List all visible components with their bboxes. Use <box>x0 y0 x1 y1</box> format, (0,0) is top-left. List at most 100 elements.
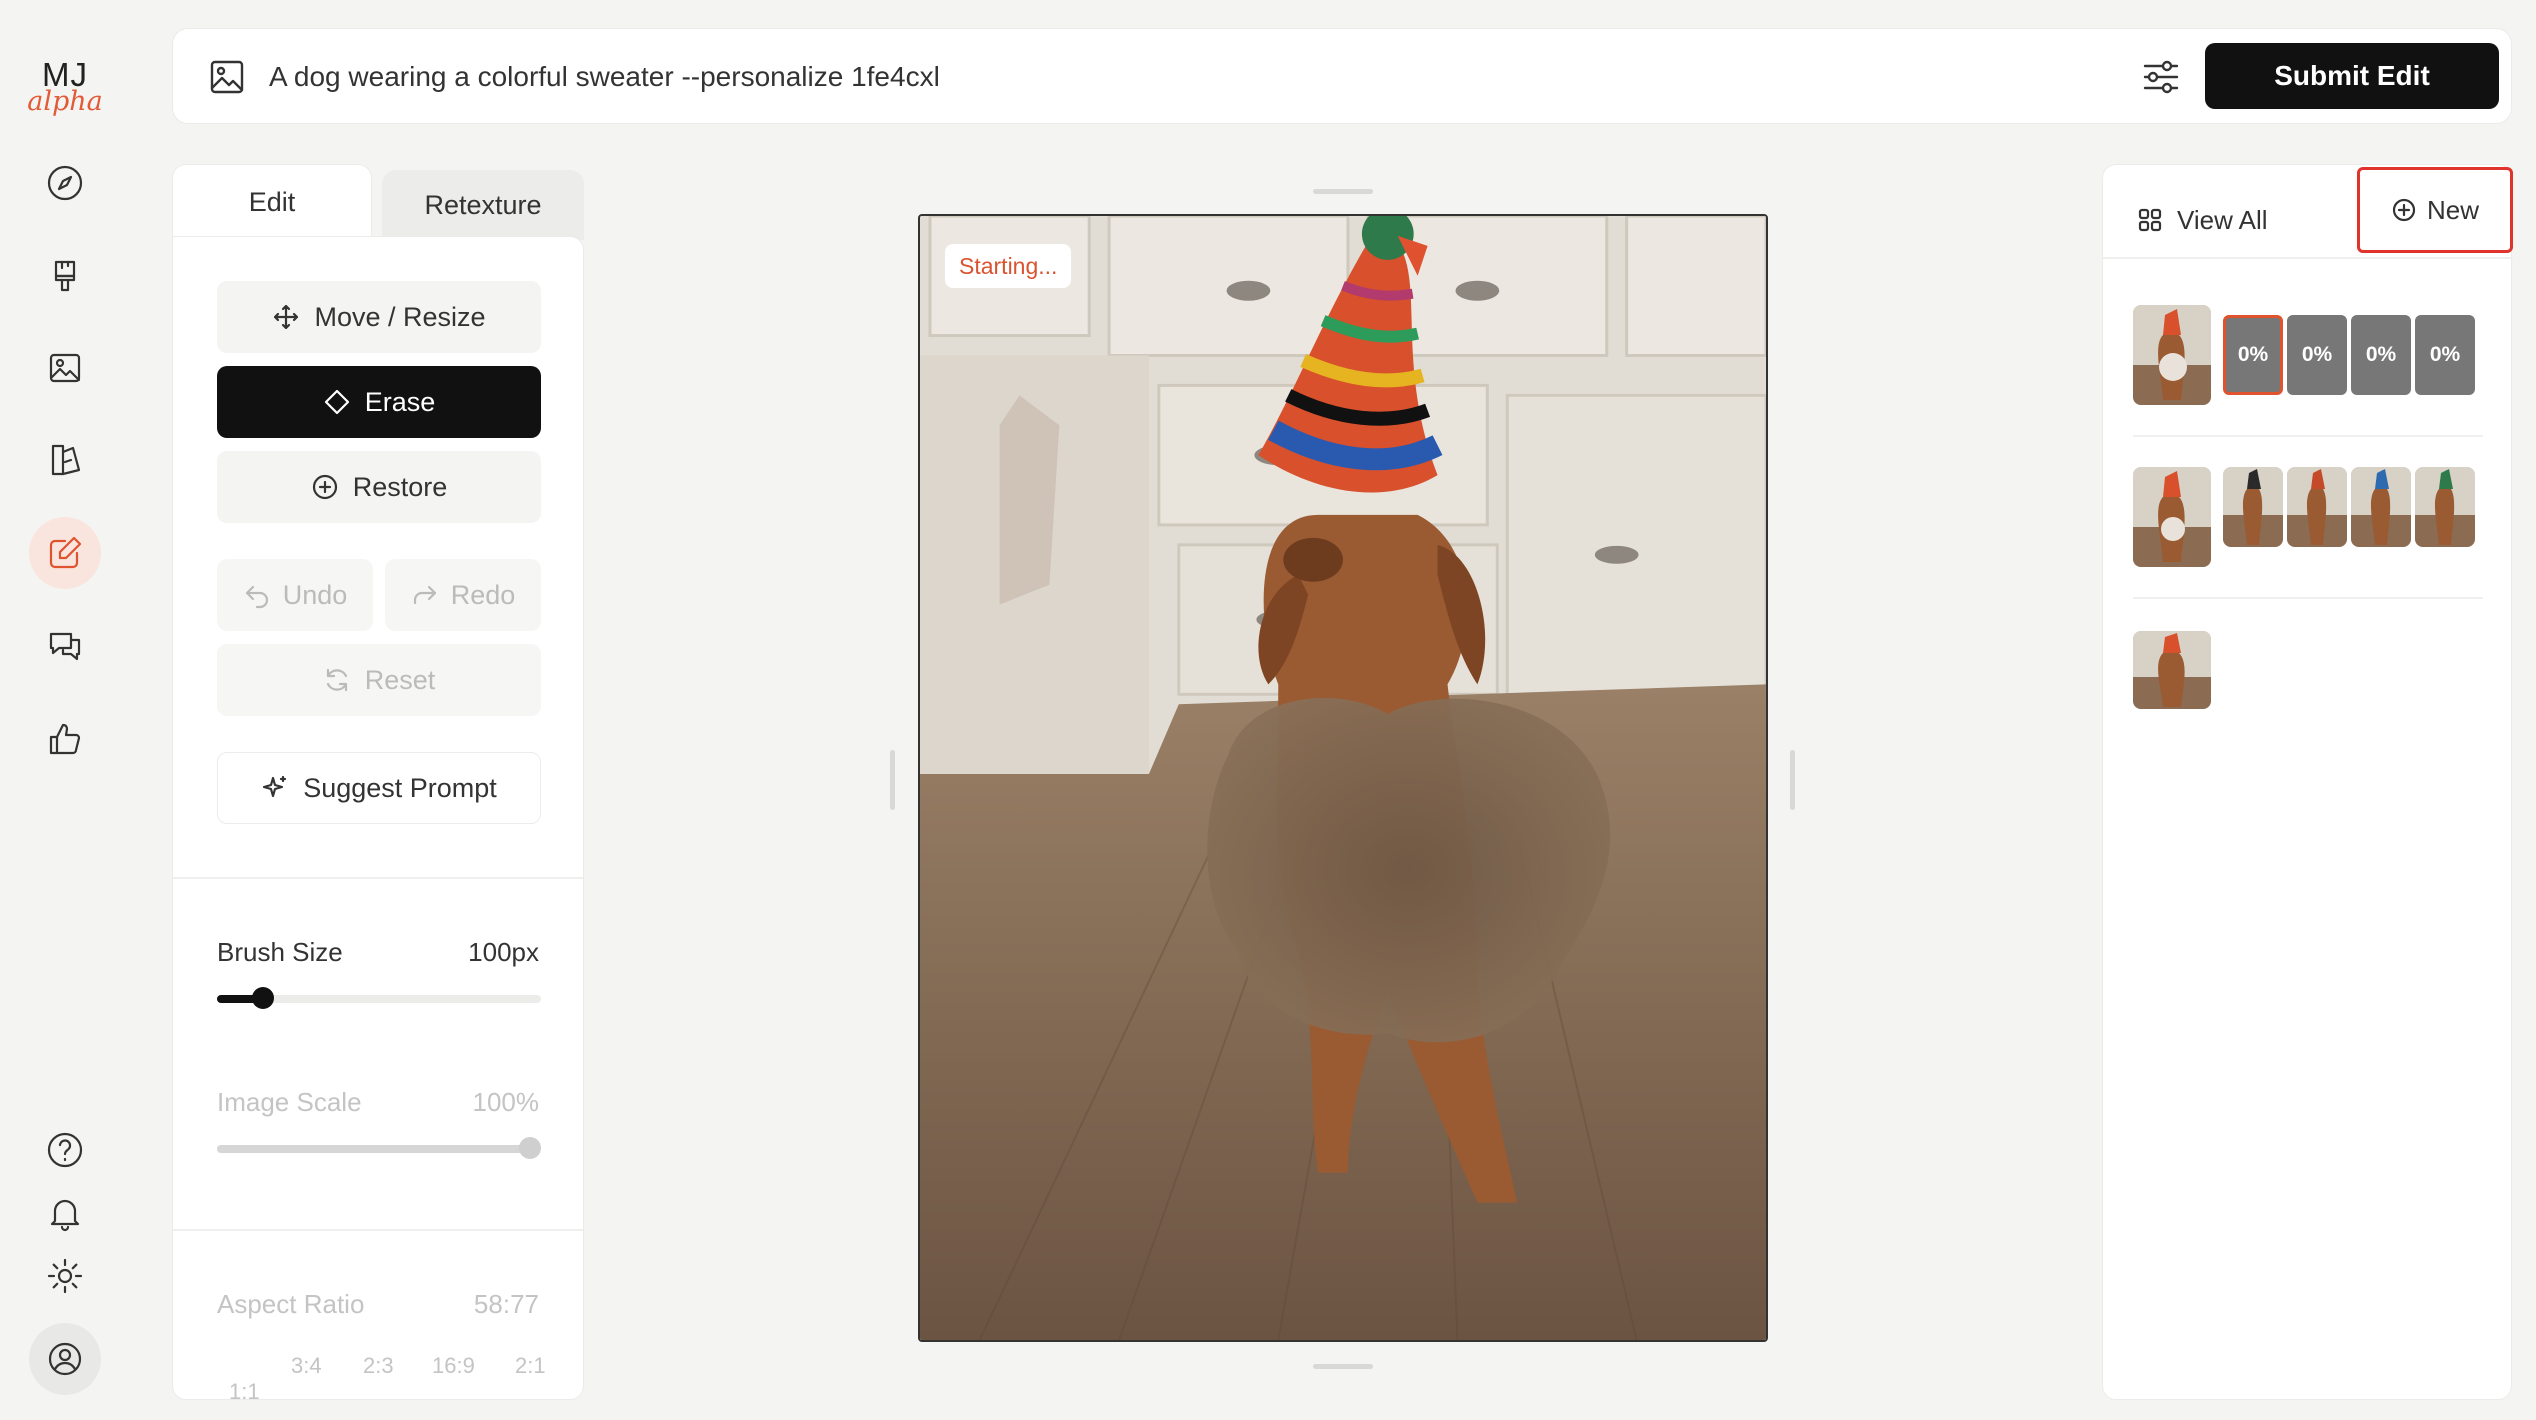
dog-photo <box>920 216 1766 1340</box>
erase-button[interactable]: Erase <box>217 366 541 438</box>
image-icon <box>210 60 244 94</box>
sliders-icon <box>2143 60 2179 94</box>
image-scale-label: Image Scale <box>217 1087 362 1117</box>
brush-size-thumb[interactable] <box>252 987 275 1009</box>
image-scale-fill <box>217 1145 530 1153</box>
tab-retexture[interactable]: Retexture <box>382 170 584 240</box>
sidebar: MJ alpha <box>0 0 140 1420</box>
aspect-option-2-3[interactable]: 2:3 <box>363 1353 394 1379</box>
sidebar-item-chat[interactable] <box>29 610 101 682</box>
sidebar-item-create[interactable] <box>29 240 101 312</box>
aspect-option-2-1[interactable]: 2:1 <box>515 1353 546 1379</box>
dog-thumbnail-image <box>2287 467 2347 547</box>
sun-icon <box>47 1258 83 1294</box>
image-scale-value: 100% <box>472 1087 540 1117</box>
aspect-option-3-4[interactable]: 3:4 <box>291 1353 322 1379</box>
suggest-prompt-label: Suggest Prompt <box>303 772 497 803</box>
edit-tools-panel: Move / Resize Erase Restore Undo Redo Re… <box>172 236 584 1400</box>
suggest-prompt-button[interactable]: Suggest Prompt <box>217 752 541 824</box>
reset-icon <box>326 668 347 692</box>
canvas-resize-handle-left[interactable] <box>890 750 895 810</box>
plus-circle-icon <box>2392 198 2416 222</box>
reset-button[interactable]: Reset <box>217 644 541 716</box>
plus-circle-icon <box>312 474 337 500</box>
variation-thumbnail[interactable] <box>2415 467 2475 547</box>
reset-label: Reset <box>364 664 436 695</box>
redo-icon <box>413 585 436 605</box>
moodboard-icon <box>51 444 81 476</box>
new-label: New <box>2426 194 2479 225</box>
undo-button[interactable]: Undo <box>217 559 373 631</box>
source-thumbnail[interactable] <box>2133 467 2211 567</box>
paintbrush-icon <box>54 260 76 292</box>
image-scale-slider[interactable] <box>217 1137 541 1159</box>
prompt-bar: A dog wearing a colorful sweater --perso… <box>172 28 2512 124</box>
dog-thumbnail-image <box>2223 467 2283 547</box>
redo-button[interactable]: Redo <box>385 559 541 631</box>
canvas-resize-handle-top[interactable] <box>1313 189 1373 194</box>
new-edit-button[interactable]: New <box>2357 167 2513 253</box>
notifications-button[interactable] <box>29 1177 101 1249</box>
variation-thumbnail[interactable] <box>2287 467 2347 547</box>
brush-size-label: Brush Size <box>217 937 343 967</box>
canvas-resize-handle-right[interactable] <box>1790 750 1795 810</box>
undo-label: Undo <box>282 579 348 610</box>
thumbs-up-icon <box>49 723 81 755</box>
progress-tile[interactable]: 0% <box>2351 315 2411 395</box>
logo-alpha: alpha <box>27 86 103 117</box>
aspect-option-16-9[interactable]: 16:9 <box>432 1353 475 1379</box>
image-scale-thumb[interactable] <box>519 1137 541 1159</box>
dog-thumbnail-image <box>2133 467 2211 567</box>
sidebar-item-edit[interactable] <box>29 517 101 589</box>
source-thumbnail[interactable] <box>2133 305 2211 405</box>
progress-tile[interactable]: 0% <box>2287 315 2347 395</box>
move-resize-button[interactable]: Move / Resize <box>217 281 541 353</box>
help-button[interactable] <box>29 1114 101 1186</box>
logo[interactable]: MJ alpha <box>0 58 130 115</box>
variation-thumbnail[interactable] <box>2223 467 2283 547</box>
divider <box>2103 257 2513 259</box>
dog-thumbnail-image <box>2133 631 2211 709</box>
edit-canvas[interactable] <box>918 214 1768 1342</box>
aspect-ratio-label: Aspect Ratio <box>217 1289 365 1319</box>
source-thumbnail[interactable] <box>2133 631 2211 709</box>
image-prompt-button[interactable] <box>207 57 247 97</box>
undo-icon <box>245 585 268 609</box>
restore-button[interactable]: Restore <box>217 451 541 523</box>
user-avatar-button[interactable] <box>29 1323 101 1395</box>
divider <box>2133 597 2483 599</box>
progress-tile[interactable]: 0% <box>2223 315 2283 395</box>
user-avatar-icon <box>48 1342 82 1376</box>
aspect-option-1-1[interactable]: 1:1 <box>229 1379 260 1399</box>
sidebar-item-personalize[interactable] <box>29 424 101 496</box>
submit-edit-button[interactable]: Submit Edit <box>2205 43 2499 109</box>
brush-size-value: 100px <box>468 937 539 967</box>
canvas-resize-handle-bottom[interactable] <box>1313 1364 1373 1369</box>
edit-history-panel: View All New 0% 0% 0% 0% <box>2102 164 2513 1400</box>
sidebar-item-explore[interactable] <box>29 147 101 219</box>
brush-size-slider[interactable] <box>217 987 541 1009</box>
dog-thumbnail-image <box>2133 305 2211 405</box>
grid-icon <box>2138 208 2162 232</box>
progress-tile[interactable]: 0% <box>2415 315 2475 395</box>
sidebar-item-organize[interactable] <box>29 332 101 404</box>
prompt-input[interactable]: A dog wearing a colorful sweater --perso… <box>269 29 940 125</box>
divider <box>173 877 583 879</box>
chat-icon <box>49 632 81 661</box>
settings-button[interactable] <box>2139 55 2183 99</box>
view-all-label: View All <box>2177 204 2268 235</box>
restore-label: Restore <box>352 471 448 502</box>
sidebar-item-rate[interactable] <box>29 703 101 775</box>
dog-thumbnail-image <box>2415 467 2475 547</box>
view-all-button[interactable]: View All <box>2137 195 2268 245</box>
move-icon <box>274 304 299 330</box>
divider <box>2133 435 2483 437</box>
theme-toggle-button[interactable] <box>29 1240 101 1312</box>
compass-icon <box>47 165 83 201</box>
tab-edit[interactable]: Edit <box>172 164 372 240</box>
bell-icon <box>50 1199 80 1232</box>
variation-thumbnail[interactable] <box>2351 467 2411 547</box>
edit-icon <box>49 536 82 569</box>
move-resize-label: Move / Resize <box>314 301 486 332</box>
image-icon <box>49 353 81 383</box>
